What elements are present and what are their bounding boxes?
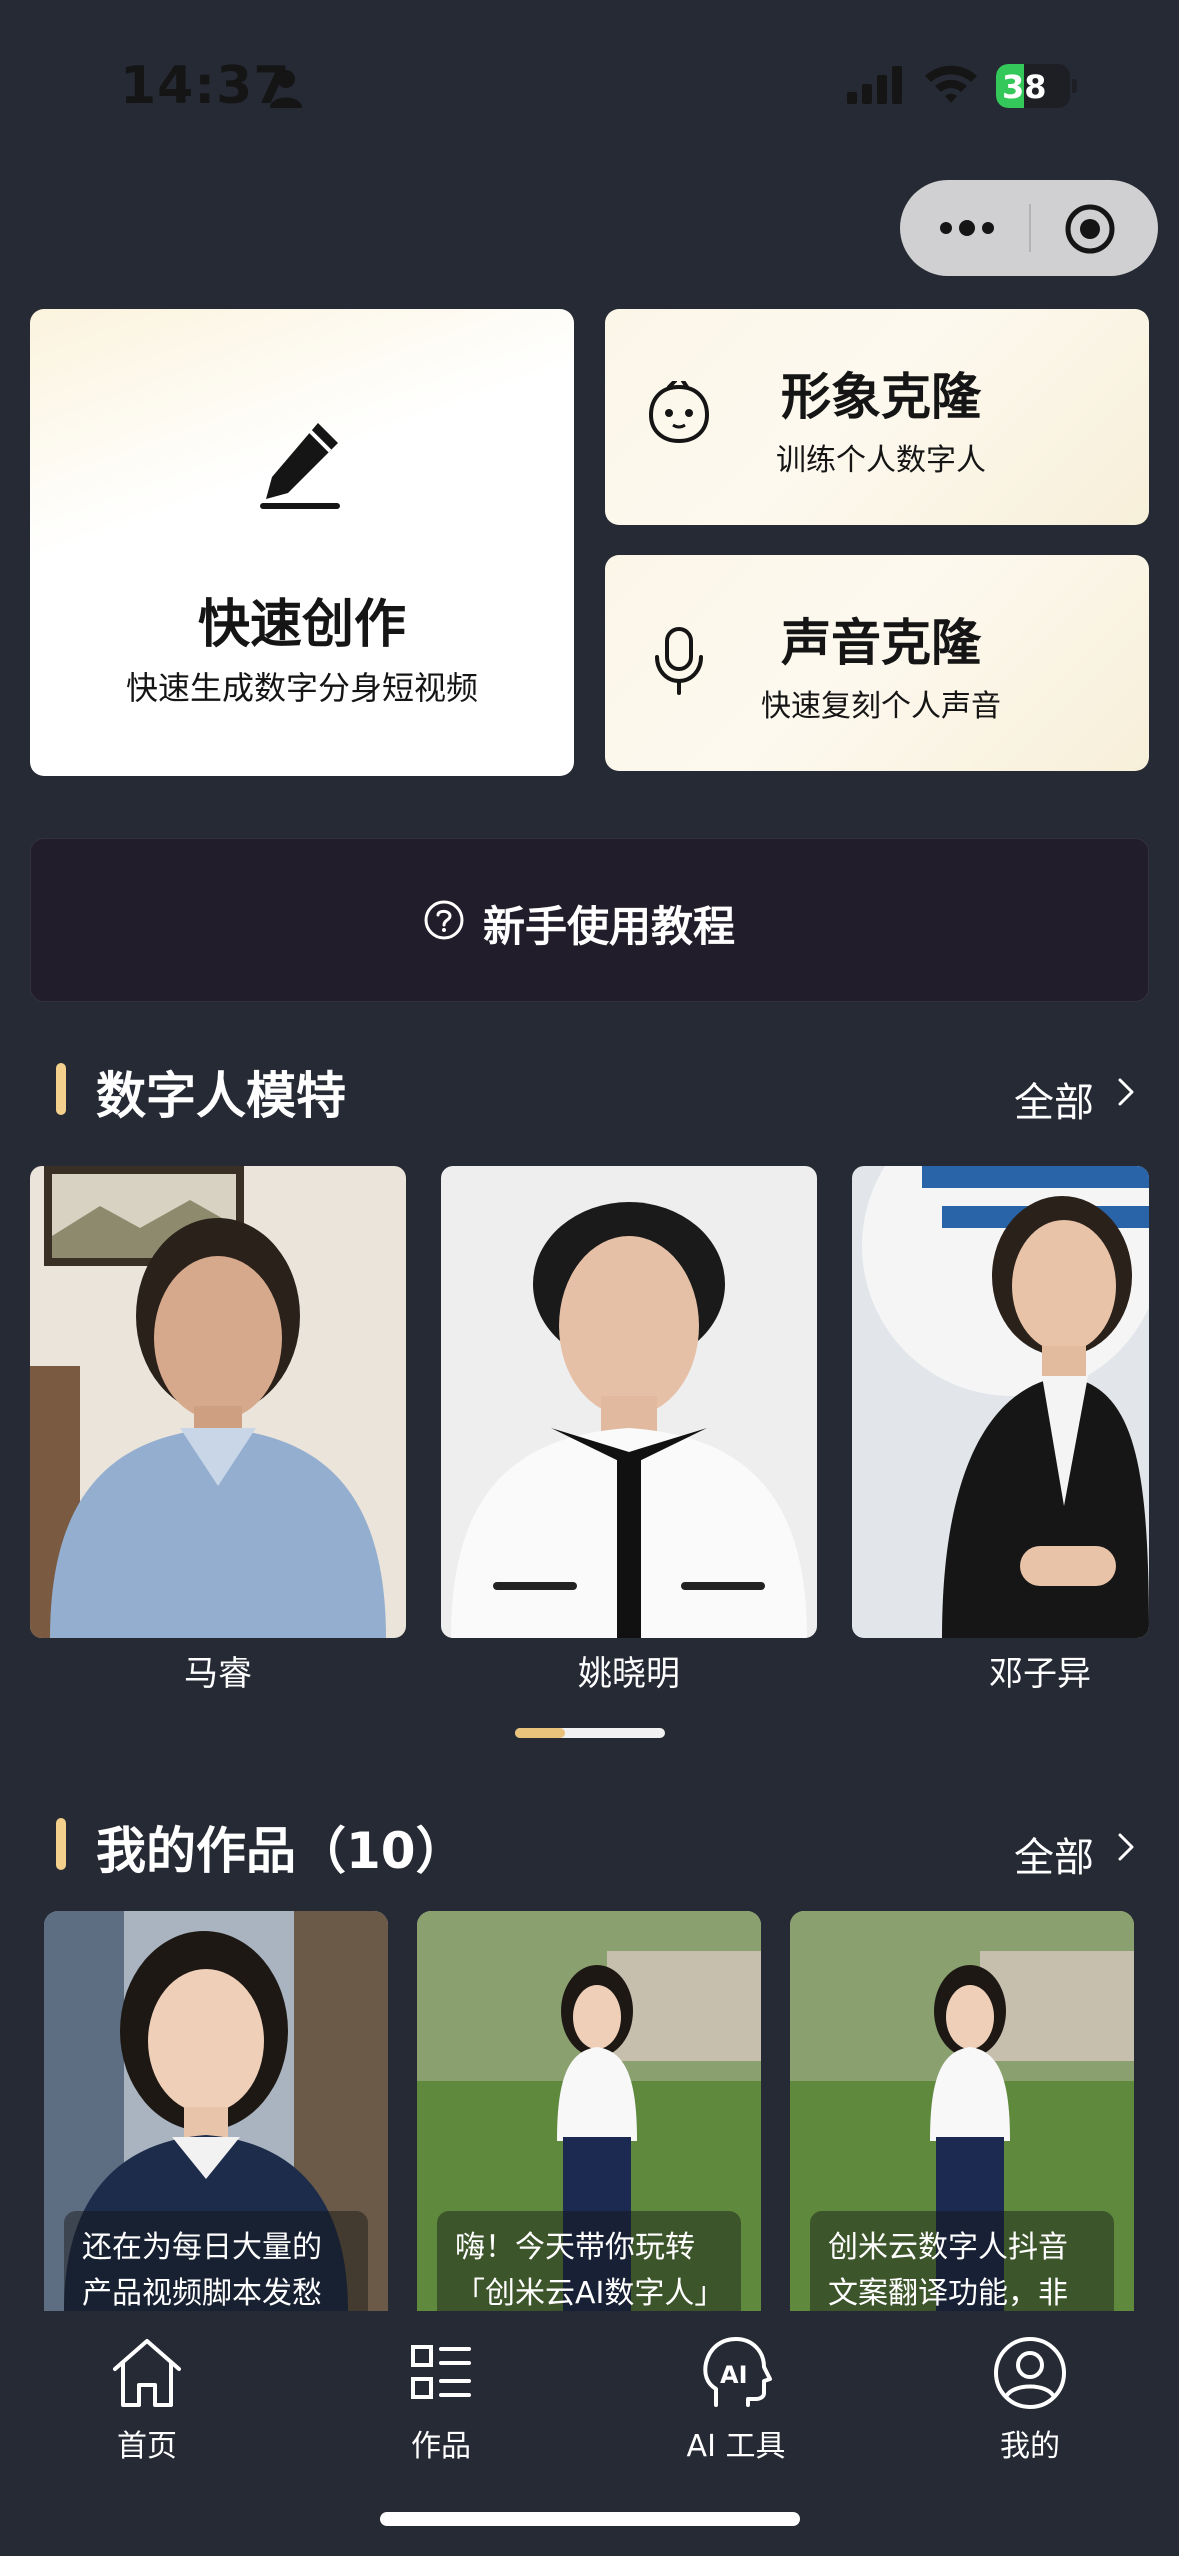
status-time: 14:37 xyxy=(120,56,291,116)
carousel-scroll-indicator xyxy=(515,1728,665,1738)
chevron-right-icon[interactable] xyxy=(1114,1074,1138,1110)
more-dots-icon[interactable] xyxy=(936,208,998,248)
works-section-title: 我的作品（10） xyxy=(96,1822,466,1880)
status-bar: 14:37 38 xyxy=(0,0,1179,170)
tutorial-label: 新手使用教程 xyxy=(483,902,736,951)
quick-create-card[interactable]: 快速创作 快速生成数字分身短视频 xyxy=(30,309,574,776)
model-name: 姚晓明 xyxy=(578,1654,680,1694)
profile-icon xyxy=(994,2337,1066,2409)
model-name: 邓子异 xyxy=(989,1654,1091,1694)
model-photo xyxy=(852,1166,1149,1638)
model-card[interactable] xyxy=(30,1166,406,1638)
carousel-scroll-thumb xyxy=(515,1728,565,1738)
voice-clone-title: 声音克隆 xyxy=(781,614,981,672)
tab-home[interactable]: 首页 xyxy=(57,2323,237,2473)
home-indicator xyxy=(380,2512,800,2526)
works-grid-icon xyxy=(411,2345,471,2399)
section-accent-bar xyxy=(56,1063,66,1115)
tab-ai-tools-label: AI 工具 xyxy=(686,2429,786,2464)
work-card[interactable]: 创米云数字人抖音文案翻译功能，非常 xyxy=(790,1911,1134,2311)
model-photo xyxy=(30,1166,406,1638)
voice-clone-subtitle: 快速复刻个人声音 xyxy=(761,689,1001,724)
help-question-icon xyxy=(424,900,464,940)
model-card[interactable] xyxy=(441,1166,817,1638)
tab-works-label: 作品 xyxy=(411,2429,471,2464)
image-clone-card[interactable]: 形象克隆 训练个人数字人 xyxy=(605,309,1149,525)
tutorial-banner[interactable]: 新手使用教程 xyxy=(30,838,1149,1002)
models-section-title: 数字人模特 xyxy=(96,1067,346,1125)
model-card[interactable] xyxy=(852,1166,1149,1638)
battery-indicator: 38 xyxy=(996,64,1077,108)
chevron-right-icon[interactable] xyxy=(1114,1829,1138,1865)
tab-works[interactable]: 作品 xyxy=(351,2323,531,2473)
section-accent-bar xyxy=(56,1818,66,1870)
svg-text:AI: AI xyxy=(720,2361,748,2389)
tab-ai-tools[interactable]: AI AI 工具 xyxy=(646,2323,826,2473)
tab-profile-label: 我的 xyxy=(1000,2429,1060,2464)
work-card[interactable]: 嗨！今天带你玩转「创米云AI数字人」 xyxy=(417,1911,761,2311)
home-icon xyxy=(113,2339,181,2407)
avatar-face-icon xyxy=(648,381,710,444)
work-caption: 还在为每日大量的产品视频脚本发愁吗 xyxy=(64,2211,368,2311)
pen-icon xyxy=(260,423,340,509)
quick-create-subtitle: 快速生成数字分身短视频 xyxy=(125,669,478,707)
works-see-all-link[interactable]: 全部 xyxy=(1014,1825,1094,1883)
image-clone-subtitle: 训练个人数字人 xyxy=(776,443,986,478)
quick-create-title: 快速创作 xyxy=(197,595,406,655)
models-see-all-link[interactable]: 全部 xyxy=(1014,1070,1094,1128)
model-name: 马睿 xyxy=(184,1654,252,1694)
tab-home-label: 首页 xyxy=(117,2429,177,2464)
cellular-signal-icon xyxy=(847,66,902,104)
wifi-icon xyxy=(925,65,977,103)
work-caption: 创米云数字人抖音文案翻译功能，非常 xyxy=(810,2211,1114,2311)
microphone-icon xyxy=(655,627,703,695)
ai-head-icon: AI xyxy=(703,2337,772,2407)
work-card[interactable]: 还在为每日大量的产品视频脚本发愁吗 xyxy=(44,1911,388,2311)
work-caption: 嗨！今天带你玩转「创米云AI数字人」 xyxy=(437,2211,741,2311)
miniprogram-capsule xyxy=(900,180,1158,276)
model-photo xyxy=(441,1166,817,1638)
close-miniprogram-icon[interactable] xyxy=(1063,202,1117,256)
image-clone-title: 形象克隆 xyxy=(781,368,981,426)
person-icon xyxy=(270,70,302,108)
battery-percent: 38 xyxy=(1002,68,1047,106)
voice-clone-card[interactable]: 声音克隆 快速复刻个人声音 xyxy=(605,555,1149,771)
tab-profile[interactable]: 我的 xyxy=(940,2323,1120,2473)
